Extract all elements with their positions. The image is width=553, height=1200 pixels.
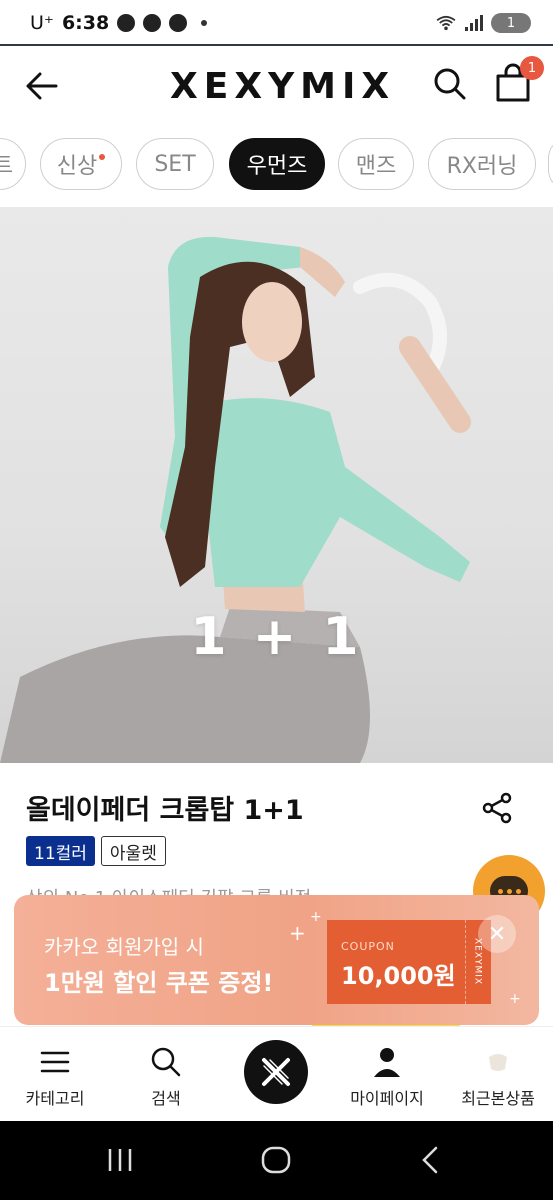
banner-title: 1만원 할인 쿠폰 증정! bbox=[44, 969, 274, 997]
cart-button[interactable]: 1 bbox=[490, 56, 544, 106]
kakao-coupon-banner[interactable]: + + + 카카오 회원가입 시 1만원 할인 쿠폰 증정! COUPON 10… bbox=[14, 895, 539, 1025]
arrow-left-icon bbox=[26, 72, 58, 100]
chip-category-men[interactable]: 맨즈 bbox=[338, 138, 414, 190]
product-title: 올데이페더 크롭탑 1+1 bbox=[26, 795, 304, 826]
coupon-ticket: COUPON 10,000원 XEXYMIX bbox=[327, 920, 491, 1004]
brand-logo[interactable]: XEXYMIX bbox=[170, 66, 395, 107]
model-photo-illustration bbox=[0, 236, 471, 763]
status-right: 1 bbox=[435, 13, 531, 33]
share-icon bbox=[482, 792, 512, 824]
nav-label: 카테고리 bbox=[25, 1089, 85, 1108]
search-icon bbox=[151, 1047, 181, 1077]
sparkle-icon: + bbox=[509, 991, 521, 1007]
chip-label: 신상 bbox=[56, 154, 98, 179]
coupon-value: 10,000원 bbox=[341, 962, 456, 990]
bottom-nav: 카테고리 검색 마이페이지 최근본상품 bbox=[0, 1026, 553, 1121]
promo-overlay-text: 1 + 1 bbox=[190, 607, 363, 667]
chip-label: SET bbox=[154, 151, 196, 177]
coupon-label: COUPON bbox=[341, 940, 395, 953]
chip-label: 맨즈 bbox=[355, 154, 397, 179]
chip-label: 우먼즈 bbox=[246, 154, 308, 179]
battery-level: 1 bbox=[506, 15, 516, 31]
status-left: U⁺ 6:38 bbox=[30, 12, 208, 34]
home-button[interactable] bbox=[244, 1040, 308, 1104]
share-button[interactable] bbox=[480, 790, 516, 826]
sparkle-icon: + bbox=[310, 909, 322, 925]
app-header: XEXYMIX 1 bbox=[0, 46, 553, 124]
wifi-icon bbox=[436, 15, 456, 31]
chip-label: 트 bbox=[0, 154, 14, 179]
cart-count-badge: 1 bbox=[520, 56, 544, 80]
new-dot-indicator bbox=[99, 154, 106, 160]
nav-recent[interactable]: 최근본상품 bbox=[443, 1027, 553, 1122]
menu-icon bbox=[40, 1051, 70, 1073]
chip-category-set[interactable]: SET bbox=[136, 138, 214, 190]
chip-category-partial[interactable]: 트 bbox=[0, 138, 26, 190]
product-tags: 11컬러 아울렛 bbox=[26, 836, 166, 866]
battery-icon: 1 bbox=[491, 13, 531, 33]
nav-label: 마이페이지 bbox=[350, 1089, 424, 1108]
user-icon bbox=[374, 1048, 400, 1077]
outlet-tag: 아울렛 bbox=[100, 836, 166, 866]
system-nav-bar bbox=[0, 1121, 553, 1200]
recent-apps-icon[interactable] bbox=[104, 1147, 136, 1173]
chip-category-running[interactable]: RX러닝 bbox=[428, 138, 536, 190]
signal-icon bbox=[465, 15, 483, 31]
more-notifications-icon bbox=[201, 20, 208, 26]
back-button[interactable] bbox=[22, 66, 62, 106]
notification-icon bbox=[117, 14, 136, 32]
search-button[interactable] bbox=[430, 64, 470, 104]
color-count-tag: 11컬러 bbox=[26, 836, 95, 866]
close-icon[interactable]: ✕ bbox=[478, 915, 516, 953]
chip-category-women[interactable]: 우먼즈 bbox=[229, 138, 325, 190]
nav-search[interactable]: 검색 bbox=[111, 1027, 221, 1122]
nav-label: 검색 bbox=[151, 1089, 181, 1108]
chip-category-new[interactable]: 신상 bbox=[40, 138, 122, 190]
search-icon bbox=[434, 68, 466, 100]
recent-product-thumbnail-icon bbox=[489, 1054, 507, 1071]
product-image[interactable]: 1 + 1 bbox=[0, 207, 553, 763]
home-icon[interactable] bbox=[260, 1145, 292, 1175]
xexymix-logo-icon bbox=[262, 1058, 290, 1086]
app-notification-icon bbox=[143, 14, 162, 32]
sync-icon bbox=[169, 14, 188, 32]
sparkle-icon: + bbox=[289, 921, 306, 945]
chip-category-more[interactable] bbox=[548, 138, 553, 190]
nav-mypage[interactable]: 마이페이지 bbox=[332, 1027, 442, 1122]
banner-subtitle: 카카오 회원가입 시 bbox=[44, 935, 204, 959]
status-bar: U⁺ 6:38 1 bbox=[0, 0, 553, 46]
category-chips: 트 신상 SET 우먼즈 맨즈 RX러닝 bbox=[0, 138, 553, 190]
chip-label: RX러닝 bbox=[446, 154, 518, 179]
clock: 6:38 bbox=[61, 12, 110, 34]
back-icon[interactable] bbox=[418, 1145, 444, 1175]
carrier-label: U⁺ bbox=[30, 12, 54, 34]
nav-label: 최근본상품 bbox=[461, 1089, 535, 1108]
nav-category[interactable]: 카테고리 bbox=[0, 1027, 110, 1122]
